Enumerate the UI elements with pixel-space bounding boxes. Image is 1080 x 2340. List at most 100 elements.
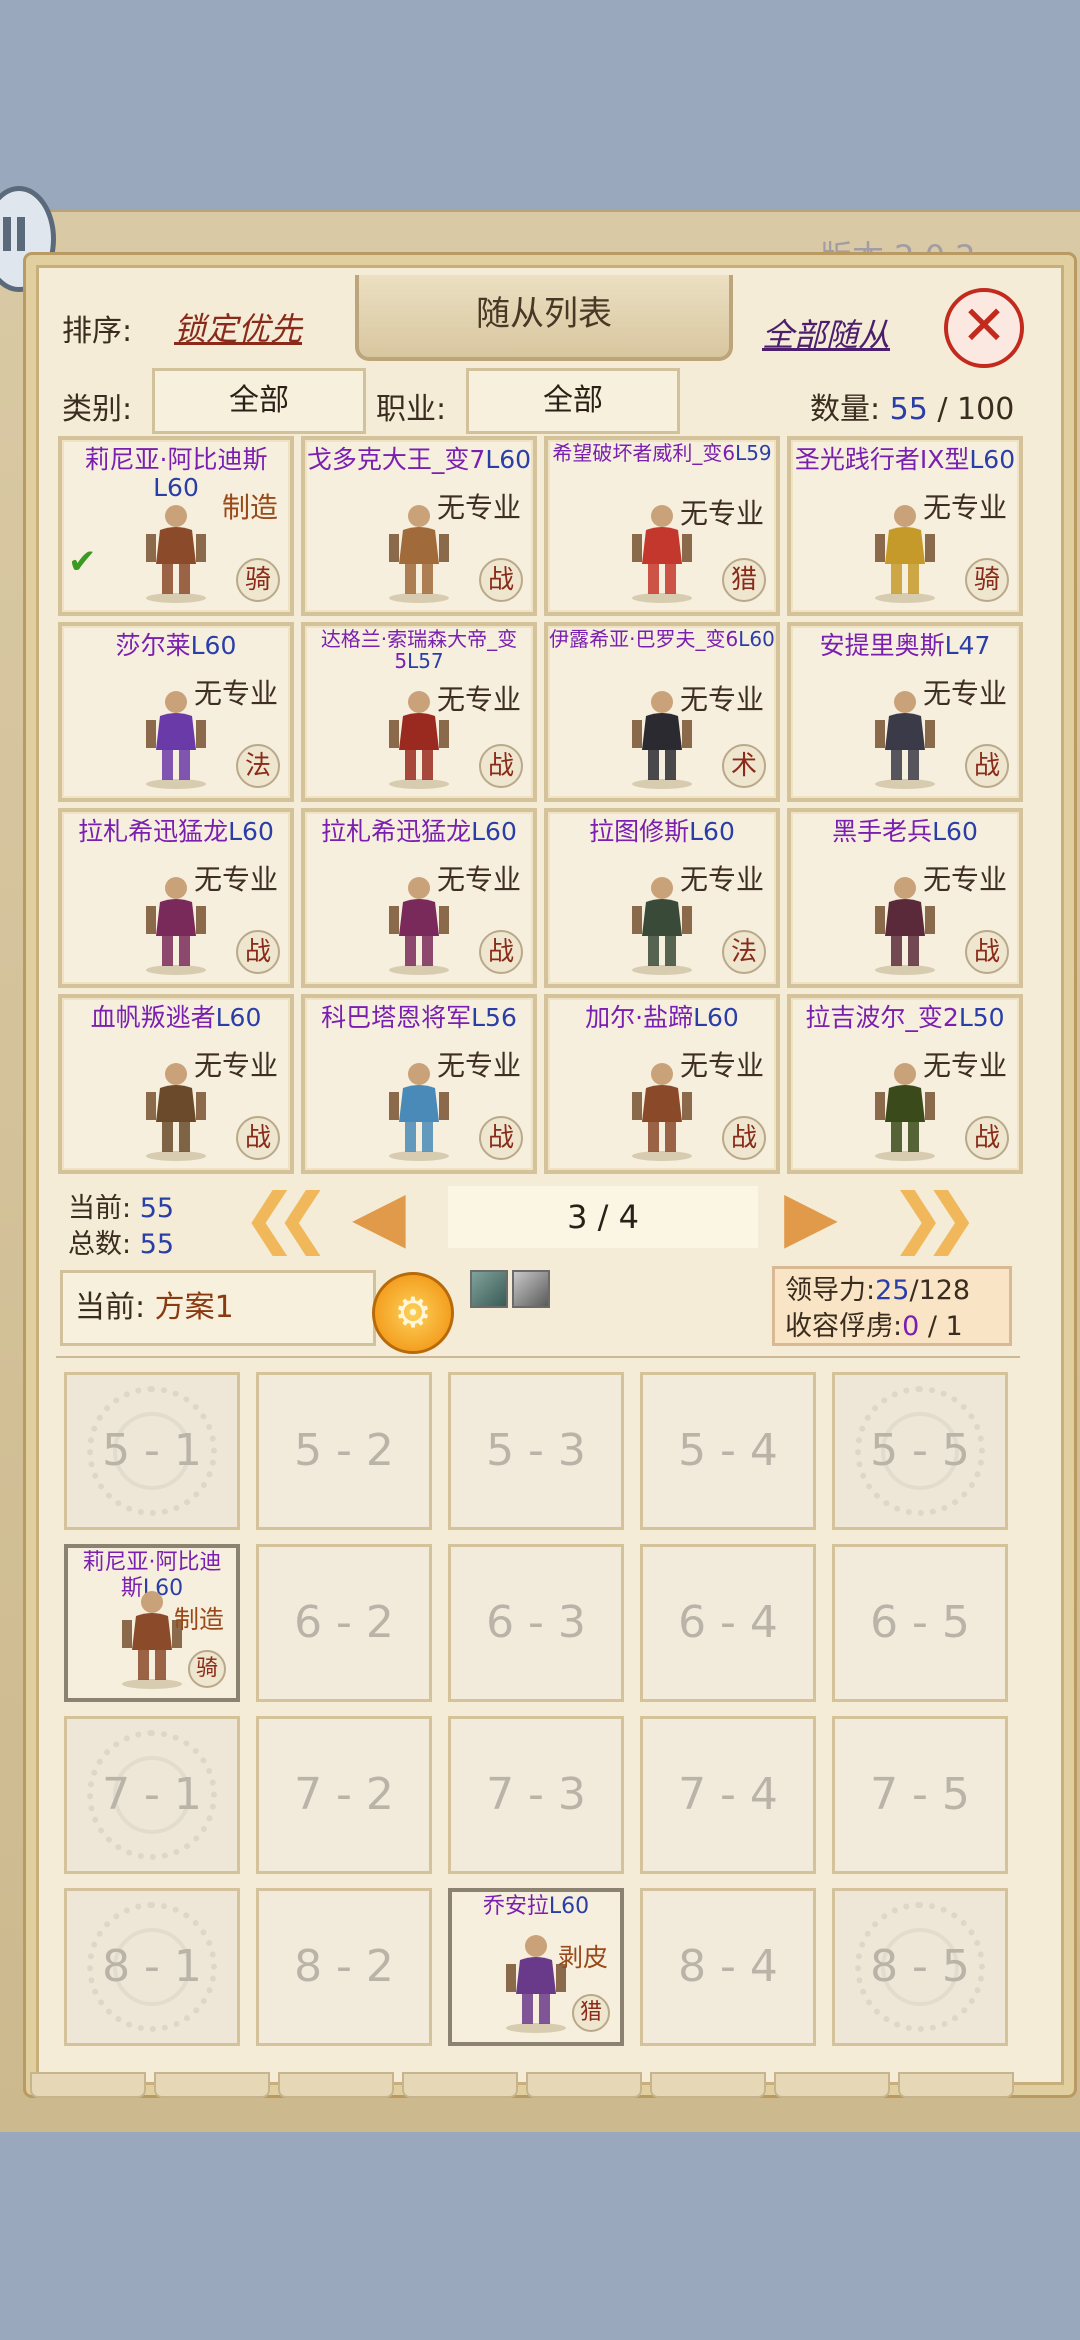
follower-card[interactable]: 拉吉波尔_变2L50 无专业战 <box>787 994 1023 1174</box>
current-count: 当前: 55 <box>68 1186 174 1225</box>
bottom-tab[interactable] <box>774 2072 890 2098</box>
follower-name: 拉札希迅猛龙L60 <box>305 818 533 846</box>
gear-icon[interactable]: ⚙ <box>372 1272 454 1354</box>
formation-slot[interactable]: 5 - 1 <box>64 1372 240 1530</box>
follower-profession: 制造 <box>221 491 278 524</box>
sort-lock-first-link[interactable]: 锁定优先 <box>174 304 302 350</box>
leadership-max: /128 <box>909 1275 971 1306</box>
slot-label: 5 - 1 <box>102 1425 202 1476</box>
follower-name: 希望破坏者威利_变6L59 <box>548 442 776 464</box>
bottom-tab[interactable] <box>278 2072 394 2098</box>
follower-name-text: 伊露希亚·巴罗夫_变6 <box>549 627 739 651</box>
follower-level: L56 <box>471 1003 517 1032</box>
follower-profession: 无专业 <box>679 863 764 896</box>
first-page-button[interactable]: ❮❮ <box>242 1185 330 1251</box>
formation-slot[interactable]: 5 - 5 <box>832 1372 1008 1530</box>
slot-label: 8 - 5 <box>870 1941 970 1992</box>
follower-card[interactable]: 拉札希迅猛龙L60 无专业战 <box>58 808 294 988</box>
current-plan[interactable]: 当前: 方案1 <box>60 1270 376 1346</box>
next-page-button[interactable]: ▶ <box>784 1181 838 1251</box>
bottom-tab[interactable] <box>30 2072 146 2098</box>
formation-slot[interactable]: 6 - 3 <box>448 1544 624 1702</box>
last-page-button[interactable]: ❯❯ <box>890 1185 978 1251</box>
formation-slot[interactable]: 7 - 5 <box>832 1716 1008 1874</box>
follower-card[interactable]: 伊露希亚·巴罗夫_变6L60 无专业术 <box>544 622 780 802</box>
follower-profession: 无专业 <box>436 683 521 716</box>
bottom-tab[interactable] <box>154 2072 270 2098</box>
bottom-tabs <box>30 2072 1050 2100</box>
follower-card[interactable]: 莉尼亚·阿比迪斯L60 制造骑 ✔ <box>58 436 294 616</box>
follower-card[interactable]: 圣光践行者IX型L60 无专业骑 <box>787 436 1023 616</box>
class-badge: 战 <box>965 1116 1009 1160</box>
formation-slot[interactable]: 6 - 5 <box>832 1544 1008 1702</box>
formation-slot[interactable]: 7 - 3 <box>448 1716 624 1874</box>
follower-profession: 无专业 <box>679 683 764 716</box>
follower-profession: 无专业 <box>922 491 1007 524</box>
slot-unit-name-text: 乔安拉 <box>482 1894 549 1919</box>
divider <box>56 1356 1020 1358</box>
follower-level: L60 <box>932 817 978 846</box>
captive-current: 0 <box>902 1311 920 1342</box>
category-select[interactable]: 全部 <box>152 368 366 434</box>
bottom-tab[interactable] <box>650 2072 766 2098</box>
follower-profession: 无专业 <box>922 863 1007 896</box>
formation-slot[interactable]: 7 - 4 <box>640 1716 816 1874</box>
formation-slot[interactable]: 5 - 4 <box>640 1372 816 1530</box>
follower-card[interactable]: 达格兰·索瑞森大帝_变5L57 无专业战 <box>301 622 537 802</box>
leadership-box: 领导力:25/128 收容俘虏:0 / 1 <box>772 1266 1012 1346</box>
formation-slot[interactable]: 8 - 2 <box>256 1888 432 2046</box>
follower-card[interactable]: 安提里奥斯L47 无专业战 <box>787 622 1023 802</box>
anvil-icon[interactable] <box>512 1270 550 1308</box>
follower-level: L59 <box>735 441 772 465</box>
slot-label: 5 - 4 <box>678 1425 778 1476</box>
follower-card[interactable]: 希望破坏者威利_变6L59 无专业猎 <box>544 436 780 616</box>
formation-slot[interactable]: 6 - 4 <box>640 1544 816 1702</box>
formation-slot[interactable]: 6 - 2 <box>256 1544 432 1702</box>
leadership-line: 领导力:25/128 <box>785 1273 999 1309</box>
all-followers-link[interactable]: 全部随从 <box>762 310 890 356</box>
slot-label: 7 - 4 <box>678 1769 778 1820</box>
job-select[interactable]: 全部 <box>466 368 680 434</box>
formation-slot[interactable]: 8 - 1 <box>64 1888 240 2046</box>
follower-card[interactable]: 戈多克大王_变7L60 无专业战 <box>301 436 537 616</box>
bottom-tab[interactable] <box>898 2072 1014 2098</box>
bottom-tab[interactable] <box>402 2072 518 2098</box>
bottom-tab[interactable] <box>526 2072 642 2098</box>
formation-slot[interactable]: 7 - 2 <box>256 1716 432 1874</box>
class-badge: 战 <box>236 930 280 974</box>
class-badge: 法 <box>236 744 280 788</box>
plan-label: 当前: <box>75 1290 146 1325</box>
formation-slot[interactable]: 乔安拉L60 剥皮猎 <box>448 1888 624 2046</box>
follower-card[interactable]: 科巴塔恩将军L56 无专业战 <box>301 994 537 1174</box>
prev-page-button[interactable]: ◀ <box>352 1181 406 1251</box>
class-badge: 战 <box>479 1116 523 1160</box>
follower-card[interactable]: 黑手老兵L60 无专业战 <box>787 808 1023 988</box>
follower-card[interactable]: 拉札希迅猛龙L60 无专业战 <box>301 808 537 988</box>
follower-card[interactable]: 拉图修斯L60 无专业法 <box>544 808 780 988</box>
follower-card[interactable]: 加尔·盐蹄L60 无专业战 <box>544 994 780 1174</box>
class-badge: 战 <box>965 930 1009 974</box>
class-badge: 猎 <box>722 558 766 602</box>
formation-slot[interactable]: 5 - 2 <box>256 1372 432 1530</box>
class-badge: 战 <box>479 930 523 974</box>
follower-card[interactable]: 血帆叛逃者L60 无专业战 <box>58 994 294 1174</box>
formation-icon[interactable] <box>470 1270 508 1308</box>
count-separator: / <box>927 392 958 427</box>
formation-slot[interactable]: 7 - 1 <box>64 1716 240 1874</box>
slot-label: 6 - 4 <box>678 1597 778 1648</box>
class-badge: 战 <box>236 1116 280 1160</box>
formation-slot[interactable]: 5 - 3 <box>448 1372 624 1530</box>
follower-name-text: 莉尼亚·阿比迪斯 <box>84 445 268 474</box>
formation-slot[interactable]: 8 - 4 <box>640 1888 816 2046</box>
follower-profession: 无专业 <box>922 1049 1007 1082</box>
follower-level: L60 <box>485 445 532 474</box>
leadership-label: 领导力: <box>785 1275 876 1306</box>
close-icon[interactable]: ✕ <box>944 288 1024 368</box>
follower-profession: 无专业 <box>679 497 764 530</box>
formation-slot[interactable]: 莉尼亚·阿比迪斯L60 制造骑 <box>64 1544 240 1702</box>
follower-name: 血帆叛逃者L60 <box>62 1004 290 1032</box>
formation-slot[interactable]: 8 - 5 <box>832 1888 1008 2046</box>
slot-label: 6 - 5 <box>870 1597 970 1648</box>
slot-label: 5 - 3 <box>486 1425 586 1476</box>
follower-card[interactable]: 莎尔莱L60 无专业法 <box>58 622 294 802</box>
